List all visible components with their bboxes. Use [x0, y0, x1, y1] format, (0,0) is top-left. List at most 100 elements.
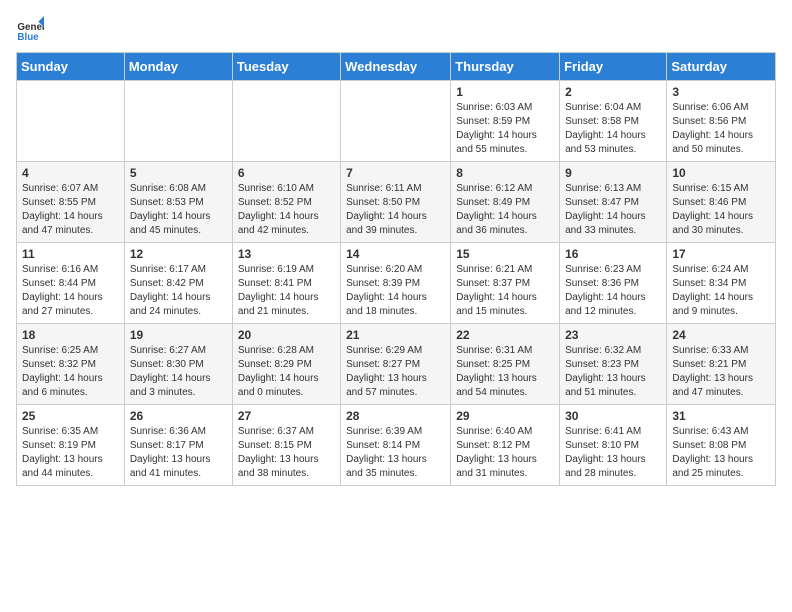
- day-info: Sunrise: 6:24 AM Sunset: 8:34 PM Dayligh…: [672, 263, 770, 319]
- calendar-week-row: 18Sunrise: 6:25 AM Sunset: 8:32 PM Dayli…: [17, 324, 776, 405]
- calendar-cell: 8Sunrise: 6:12 AM Sunset: 8:49 PM Daylig…: [451, 162, 560, 243]
- day-number: 7: [346, 166, 445, 180]
- day-info: Sunrise: 6:04 AM Sunset: 8:58 PM Dayligh…: [565, 101, 661, 157]
- calendar-cell: 16 Sunrise: 6:23 AM Sunset: 8:36 PM Dayli…: [560, 243, 667, 324]
- calendar-cell: 10Sunrise: 6:15 AM Sunset: 8:46 PM Dayli…: [667, 162, 776, 243]
- day-info: Sunrise: 6:21 AM Sunset: 8:37 PM Dayligh…: [456, 263, 554, 319]
- day-number: 20: [238, 328, 335, 342]
- day-number: 25: [22, 409, 119, 423]
- day-number: 3: [672, 85, 770, 99]
- calendar-cell: [341, 81, 451, 162]
- calendar-cell: 2 Sunrise: 6:04 AM Sunset: 8:58 PM Daylig…: [560, 81, 667, 162]
- calendar-week-row: 4 Sunrise: 6:07 AM Sunset: 8:55 PM Daylig…: [17, 162, 776, 243]
- calendar-cell: 9 Sunrise: 6:13 AM Sunset: 8:47 PM Daylig…: [560, 162, 667, 243]
- day-number: 21: [346, 328, 445, 342]
- day-number: 16: [565, 247, 661, 261]
- day-info: Sunrise: 6:20 AM Sunset: 8:39 PM Dayligh…: [346, 263, 445, 319]
- page-header: General Blue: [16, 16, 776, 44]
- day-info: Sunrise: 6:08 AM Sunset: 8:53 PM Dayligh…: [130, 182, 227, 238]
- calendar-cell: 11Sunrise: 6:16 AM Sunset: 8:44 PM Dayli…: [17, 243, 125, 324]
- day-number: 13: [238, 247, 335, 261]
- weekday-header-saturday: Saturday: [667, 53, 776, 81]
- day-number: 28: [346, 409, 445, 423]
- day-number: 5: [130, 166, 227, 180]
- day-info: Sunrise: 6:27 AM Sunset: 8:30 PM Dayligh…: [130, 344, 227, 400]
- day-number: 26: [130, 409, 227, 423]
- day-number: 30: [565, 409, 661, 423]
- weekday-header-friday: Friday: [560, 53, 667, 81]
- calendar-cell: 23 Sunrise: 6:32 AM Sunset: 8:23 PM Dayli…: [560, 324, 667, 405]
- calendar-week-row: 1Sunrise: 6:03 AM Sunset: 8:59 PM Daylig…: [17, 81, 776, 162]
- calendar-cell: 31 Sunrise: 6:43 AM Sunset: 8:08 PM Dayli…: [667, 405, 776, 486]
- day-number: 15: [456, 247, 554, 261]
- calendar-cell: 5 Sunrise: 6:08 AM Sunset: 8:53 PM Daylig…: [124, 162, 232, 243]
- day-number: 18: [22, 328, 119, 342]
- weekday-header-thursday: Thursday: [451, 53, 560, 81]
- day-info: Sunrise: 6:19 AM Sunset: 8:41 PM Dayligh…: [238, 263, 335, 319]
- day-number: 19: [130, 328, 227, 342]
- day-number: 6: [238, 166, 335, 180]
- calendar-cell: 18Sunrise: 6:25 AM Sunset: 8:32 PM Dayli…: [17, 324, 125, 405]
- day-info: Sunrise: 6:17 AM Sunset: 8:42 PM Dayligh…: [130, 263, 227, 319]
- day-info: Sunrise: 6:10 AM Sunset: 8:52 PM Dayligh…: [238, 182, 335, 238]
- logo-icon: General Blue: [16, 16, 44, 44]
- calendar-cell: 13 Sunrise: 6:19 AM Sunset: 8:41 PM Dayli…: [232, 243, 340, 324]
- day-info: Sunrise: 6:23 AM Sunset: 8:36 PM Dayligh…: [565, 263, 661, 319]
- calendar-cell: 19 Sunrise: 6:27 AM Sunset: 8:30 PM Dayli…: [124, 324, 232, 405]
- day-number: 14: [346, 247, 445, 261]
- calendar-cell: 1Sunrise: 6:03 AM Sunset: 8:59 PM Daylig…: [451, 81, 560, 162]
- day-number: 31: [672, 409, 770, 423]
- calendar-cell: 12 Sunrise: 6:17 AM Sunset: 8:42 PM Dayli…: [124, 243, 232, 324]
- calendar-cell: 15 Sunrise: 6:21 AM Sunset: 8:37 PM Dayli…: [451, 243, 560, 324]
- calendar-table: SundayMondayTuesdayWednesdayThursdayFrid…: [16, 52, 776, 486]
- day-info: Sunrise: 6:32 AM Sunset: 8:23 PM Dayligh…: [565, 344, 661, 400]
- calendar-body: 1Sunrise: 6:03 AM Sunset: 8:59 PM Daylig…: [17, 81, 776, 486]
- day-number: 10: [672, 166, 770, 180]
- calendar-cell: 20Sunrise: 6:28 AM Sunset: 8:29 PM Dayli…: [232, 324, 340, 405]
- day-info: Sunrise: 6:11 AM Sunset: 8:50 PM Dayligh…: [346, 182, 445, 238]
- day-number: 22: [456, 328, 554, 342]
- day-number: 24: [672, 328, 770, 342]
- day-info: Sunrise: 6:06 AM Sunset: 8:56 PM Dayligh…: [672, 101, 770, 157]
- day-number: 1: [456, 85, 554, 99]
- day-info: Sunrise: 6:43 AM Sunset: 8:08 PM Dayligh…: [672, 425, 770, 481]
- calendar-cell: [17, 81, 125, 162]
- day-info: Sunrise: 6:13 AM Sunset: 8:47 PM Dayligh…: [565, 182, 661, 238]
- calendar-cell: 6 Sunrise: 6:10 AM Sunset: 8:52 PM Daylig…: [232, 162, 340, 243]
- day-number: 4: [22, 166, 119, 180]
- day-number: 23: [565, 328, 661, 342]
- calendar-week-row: 25 Sunrise: 6:35 AM Sunset: 8:19 PM Dayli…: [17, 405, 776, 486]
- day-info: Sunrise: 6:31 AM Sunset: 8:25 PM Dayligh…: [456, 344, 554, 400]
- day-number: 12: [130, 247, 227, 261]
- calendar-week-row: 11Sunrise: 6:16 AM Sunset: 8:44 PM Dayli…: [17, 243, 776, 324]
- calendar-cell: 25 Sunrise: 6:35 AM Sunset: 8:19 PM Dayli…: [17, 405, 125, 486]
- day-info: Sunrise: 6:12 AM Sunset: 8:49 PM Dayligh…: [456, 182, 554, 238]
- weekday-header-tuesday: Tuesday: [232, 53, 340, 81]
- calendar-cell: 26 Sunrise: 6:36 AM Sunset: 8:17 PM Dayli…: [124, 405, 232, 486]
- day-number: 9: [565, 166, 661, 180]
- calendar-cell: 14 Sunrise: 6:20 AM Sunset: 8:39 PM Dayli…: [341, 243, 451, 324]
- calendar-cell: 24 Sunrise: 6:33 AM Sunset: 8:21 PM Dayli…: [667, 324, 776, 405]
- calendar-cell: 7 Sunrise: 6:11 AM Sunset: 8:50 PM Daylig…: [341, 162, 451, 243]
- day-number: 17: [672, 247, 770, 261]
- weekday-header-row: SundayMondayTuesdayWednesdayThursdayFrid…: [17, 53, 776, 81]
- day-info: Sunrise: 6:37 AM Sunset: 8:15 PM Dayligh…: [238, 425, 335, 481]
- calendar-cell: 21Sunrise: 6:29 AM Sunset: 8:27 PM Dayli…: [341, 324, 451, 405]
- calendar-cell: 22 Sunrise: 6:31 AM Sunset: 8:25 PM Dayli…: [451, 324, 560, 405]
- day-info: Sunrise: 6:39 AM Sunset: 8:14 PM Dayligh…: [346, 425, 445, 481]
- weekday-header-wednesday: Wednesday: [341, 53, 451, 81]
- calendar-header: SundayMondayTuesdayWednesdayThursdayFrid…: [17, 53, 776, 81]
- day-info: Sunrise: 6:36 AM Sunset: 8:17 PM Dayligh…: [130, 425, 227, 481]
- day-info: Sunrise: 6:07 AM Sunset: 8:55 PM Dayligh…: [22, 182, 119, 238]
- weekday-header-sunday: Sunday: [17, 53, 125, 81]
- day-number: 2: [565, 85, 661, 99]
- day-info: Sunrise: 6:35 AM Sunset: 8:19 PM Dayligh…: [22, 425, 119, 481]
- calendar-cell: 17 Sunrise: 6:24 AM Sunset: 8:34 PM Dayli…: [667, 243, 776, 324]
- day-info: Sunrise: 6:33 AM Sunset: 8:21 PM Dayligh…: [672, 344, 770, 400]
- day-number: 29: [456, 409, 554, 423]
- calendar-cell: 3 Sunrise: 6:06 AM Sunset: 8:56 PM Daylig…: [667, 81, 776, 162]
- calendar-cell: [124, 81, 232, 162]
- svg-text:Blue: Blue: [17, 32, 39, 43]
- calendar-cell: 4 Sunrise: 6:07 AM Sunset: 8:55 PM Daylig…: [17, 162, 125, 243]
- calendar-cell: 27Sunrise: 6:37 AM Sunset: 8:15 PM Dayli…: [232, 405, 340, 486]
